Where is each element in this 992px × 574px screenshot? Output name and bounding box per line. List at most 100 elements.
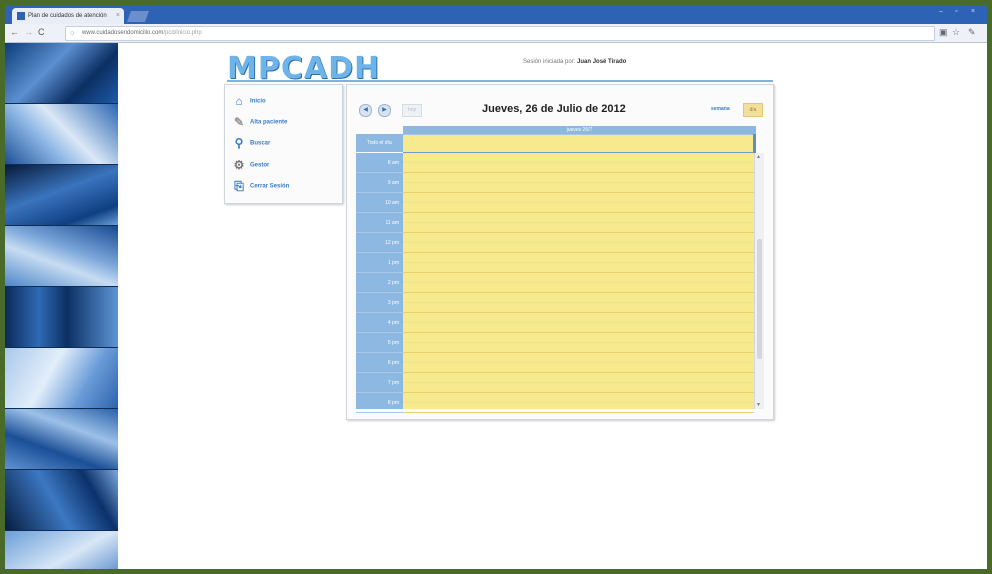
- hour-label: 1 pm: [356, 253, 403, 273]
- time-slot[interactable]: [403, 213, 754, 223]
- next-day-button[interactable]: ▶: [378, 104, 391, 117]
- hour-label: 8 pm: [356, 393, 403, 413]
- time-slot[interactable]: [403, 403, 754, 413]
- time-slot[interactable]: [403, 193, 754, 203]
- new-tab-button[interactable]: [126, 11, 150, 22]
- all-day-label: Todo el día: [356, 134, 403, 152]
- menu-item-gestor[interactable]: ⚙ Gestor: [231, 158, 270, 172]
- bookmark-star-icon[interactable]: ☆: [952, 27, 960, 38]
- photo-image: [5, 165, 118, 226]
- web-page: MPCADH Sesión iniciada por: Juan José Ti…: [5, 43, 987, 569]
- time-slot[interactable]: [403, 223, 754, 233]
- calendar-panel: ◀ ▶ hoy Jueves, 26 de Julio de 2012 sema…: [346, 84, 774, 420]
- time-slot[interactable]: [403, 283, 754, 293]
- menu-item-label: Alta paciente: [250, 119, 288, 126]
- scroll-up-icon[interactable]: ▲: [756, 154, 761, 160]
- minimize-icon[interactable]: –: [939, 8, 943, 15]
- time-slot[interactable]: [403, 263, 754, 273]
- hour-label: 10 am: [356, 193, 403, 213]
- time-slot[interactable]: [403, 323, 754, 333]
- page-icon: ○: [70, 30, 75, 37]
- prev-day-button[interactable]: ◀: [359, 104, 372, 117]
- time-slot[interactable]: [403, 313, 754, 323]
- close-window-icon[interactable]: ×: [971, 8, 975, 15]
- day-view-button[interactable]: día: [743, 103, 763, 117]
- header-divider: [227, 80, 773, 82]
- maximize-icon[interactable]: ▫: [955, 8, 957, 15]
- menu-item-label: Gestor: [250, 162, 270, 169]
- photo-image: [5, 531, 118, 569]
- back-icon[interactable]: ←: [10, 27, 19, 37]
- week-view-button[interactable]: semana: [711, 104, 730, 115]
- time-slot[interactable]: [403, 363, 754, 373]
- reload-icon[interactable]: C: [38, 27, 45, 37]
- time-slot[interactable]: [403, 173, 754, 183]
- browser-tab[interactable]: Plan de cuidados de atención ×: [12, 8, 124, 24]
- page-action-icon[interactable]: ▣: [939, 27, 948, 38]
- time-slot[interactable]: [403, 163, 754, 173]
- time-grid[interactable]: [403, 153, 754, 413]
- side-menu: ⌂ Inicio ✎ Alta paciente ⚲ Buscar ⚙ Gestor ⎘…: [224, 84, 343, 204]
- calendar-scrollbar[interactable]: ▲ ▼: [754, 153, 764, 409]
- hour-label: 12 pm: [356, 233, 403, 253]
- time-slot[interactable]: [403, 383, 754, 393]
- time-slot[interactable]: [403, 293, 754, 303]
- hour-axis: 8 am 9 am 10 am 11 am 12 pm 1 pm 2 pm 3 …: [356, 153, 403, 413]
- time-slot[interactable]: [403, 203, 754, 213]
- screen-frame: Plan de cuidados de atención × – ▫ × ← →…: [5, 5, 987, 569]
- tab-close-icon[interactable]: ×: [116, 8, 120, 24]
- photo-image: [5, 43, 118, 104]
- photo-image: [5, 104, 118, 165]
- browser-toolbar: ← → C ○ www.cuidadosendomicilio.com/pcd/…: [5, 24, 987, 43]
- time-slot[interactable]: [403, 353, 754, 363]
- wrench-icon[interactable]: ✎: [968, 27, 976, 38]
- all-day-edge: [753, 134, 756, 153]
- photo-image: [5, 348, 118, 409]
- time-slot[interactable]: [403, 373, 754, 383]
- photo-image: [5, 287, 118, 348]
- hour-label: 4 pm: [356, 313, 403, 333]
- time-slot[interactable]: [403, 393, 754, 403]
- menu-item-cerrar-sesion[interactable]: ⎘ Cerrar Sesión: [231, 179, 289, 193]
- menu-item-alta-paciente[interactable]: ✎ Alta paciente: [231, 115, 287, 129]
- session-info: Sesión iniciada por: Juan José Tirado: [523, 59, 626, 65]
- time-slot[interactable]: [403, 253, 754, 263]
- hour-label: 8 am: [356, 153, 403, 173]
- photo-image: [5, 409, 118, 470]
- time-slot[interactable]: [403, 233, 754, 243]
- hour-label: 3 pm: [356, 293, 403, 313]
- address-bar[interactable]: ○ www.cuidadosendomicilio.com/pcd/inicio…: [65, 26, 935, 41]
- forward-icon[interactable]: →: [24, 27, 33, 37]
- menu-item-buscar[interactable]: ⚲ Buscar: [231, 136, 271, 150]
- session-label: Sesión iniciada por:: [523, 59, 576, 65]
- scroll-down-icon[interactable]: ▼: [756, 402, 761, 408]
- hour-label: 6 pm: [356, 353, 403, 373]
- menu-item-inicio[interactable]: ⌂ Inicio: [231, 94, 266, 108]
- hour-label: 9 am: [356, 173, 403, 193]
- hour-label: 7 pm: [356, 373, 403, 393]
- gears-icon: ⚙: [233, 158, 245, 172]
- time-slot[interactable]: [403, 303, 754, 313]
- pen-icon: ✎: [233, 115, 245, 129]
- hour-label: 11 am: [356, 213, 403, 233]
- time-slot[interactable]: [403, 343, 754, 353]
- menu-item-label: Cerrar Sesión: [250, 183, 290, 190]
- tab-title: Plan de cuidados de atención: [28, 13, 107, 19]
- today-button[interactable]: hoy: [402, 104, 423, 117]
- logout-icon: ⎘: [234, 179, 244, 193]
- menu-item-label: Inicio: [250, 98, 266, 105]
- hour-label: 5 pm: [356, 333, 403, 353]
- calendar-header: ◀ ▶ hoy Jueves, 26 de Julio de 2012 sema…: [356, 99, 764, 123]
- time-slot[interactable]: [403, 333, 754, 343]
- scroll-thumb[interactable]: [757, 239, 762, 359]
- hour-label: 2 pm: [356, 273, 403, 293]
- browser-titlebar: Plan de cuidados de atención × – ▫ ×: [5, 5, 987, 24]
- day-column-header: jueves 26/7: [403, 126, 756, 134]
- time-slot[interactable]: [403, 153, 754, 163]
- time-slot[interactable]: [403, 243, 754, 253]
- time-slot[interactable]: [403, 273, 754, 283]
- all-day-slot[interactable]: [403, 134, 753, 154]
- photo-image: [5, 470, 118, 531]
- time-slot[interactable]: [403, 183, 754, 193]
- favicon-icon: [17, 12, 25, 20]
